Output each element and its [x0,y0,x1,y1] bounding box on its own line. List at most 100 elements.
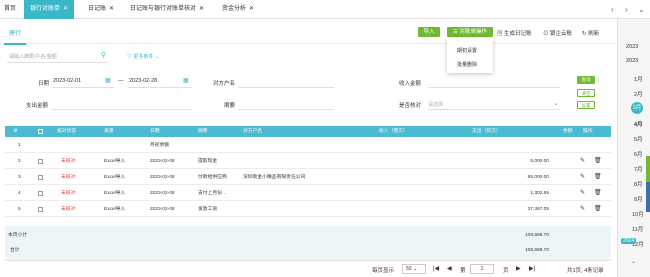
month-item[interactable]: 9月 [634,195,643,203]
column-header-income[interactable]: 收入（借方） [379,126,408,137]
tab-journal[interactable]: 日记账 ✕ [88,0,114,19]
month-sidebar: 2023 2023 1月 2月 3月 4月 5月 6月 7月 8月 9月 10月… [617,19,650,277]
expense-input[interactable] [52,109,192,110]
delete-icon[interactable]: 🗑 [594,186,602,201]
close-icon[interactable]: ✕ [249,6,254,12]
month-item[interactable]: 5月 [634,135,643,143]
close-icon[interactable]: ✕ [199,6,204,12]
year-2023-label[interactable]: 2023 [626,44,638,50]
column-header-expense[interactable]: 支出（贷方） [472,126,501,137]
refresh-button[interactable]: ↻ 刷新 [582,29,599,37]
search-input[interactable]: 请输入摘要/户名/金额 ⚲ [7,49,108,63]
income-input[interactable] [428,87,560,88]
menu-item-batch-delete[interactable]: 批量删除 [457,61,477,68]
next-page-icon[interactable]: ▶ [516,265,521,272]
row-source: Excel导入 [104,207,126,212]
gear-icon[interactable]: ⚙ [13,126,17,137]
refresh-label: 刷新 [588,31,600,37]
column-header-counterparty[interactable]: 对方户名 [243,126,262,137]
close-icon[interactable]: ✕ [63,6,68,12]
row-checkbox[interactable] [38,175,43,180]
menu-item-opening-settings[interactable]: 期初设置 [457,47,477,54]
row-checkbox[interactable] [38,207,43,212]
table-row[interactable]: 1 月初余额 [5,138,611,153]
month-item[interactable]: 8月 [634,180,643,188]
select-all-checkbox[interactable] [38,129,43,134]
month-item-active[interactable]: 3月 [631,102,643,114]
clear-button[interactable]: 清空 [577,89,595,97]
month-item[interactable]: 7月 [634,165,643,173]
table-row[interactable]: 5 未核对 Excel导入 2023-02-08 发放工资 37,367.05 … [5,202,611,217]
settings-button[interactable]: 设置 [577,101,595,109]
chevron-down-icon[interactable]: ⌄ [638,0,645,19]
chevron-left-icon[interactable]: ‹ [611,0,614,19]
year-2023-label[interactable]: 2023 [626,58,638,64]
import-button[interactable]: 导入 [418,27,440,37]
row-counterparty: 深圳耿金小精品有限责任公司 [243,175,306,180]
search-icon[interactable]: ⚲ [101,51,106,59]
query-button[interactable]: 查询 [577,76,595,84]
page-input[interactable]: 1 [470,264,494,274]
first-page-icon[interactable]: |◀ [433,265,439,272]
row-status: 未核对 [61,175,76,180]
counterparty-label: 对方户名 [213,81,236,87]
column-header-balance[interactable]: 余额 [563,126,573,137]
delete-icon[interactable]: 🗑 [594,202,602,217]
delete-icon[interactable]: 🗑 [594,154,602,169]
table-row[interactable]: 2 未核对 Excel导入 2023-02-08 提取现金 5,000.00 ✎… [5,154,611,169]
tab-ccb[interactable]: 建行 [9,28,21,37]
edit-icon[interactable]: ✎ [580,186,585,201]
document-icon: ▤ [497,31,505,37]
generate-journal-button[interactable]: ▤ 生成日记账 [497,29,532,37]
statement-ops-button[interactable]: ☰ 对账单操作 [447,27,493,37]
side-indicator [646,182,650,212]
summary-input[interactable] [238,109,334,110]
chevron-down-icon[interactable]: ⌄ [631,258,636,265]
last-page-icon[interactable]: ▶| [529,265,535,272]
chevron-right-icon[interactable]: › [625,0,628,19]
close-icon[interactable]: ✕ [109,6,114,12]
delete-icon[interactable]: 🗑 [594,170,602,185]
column-header-actions: 操作 [583,129,593,134]
month-item[interactable]: 2月 [634,90,643,98]
row-number: 5 [18,207,21,212]
row-checkbox[interactable] [38,159,43,164]
more-filters-toggle[interactable]: ▽ 更多条件 ⌄ [127,53,159,60]
column-header-date[interactable]: 日期 [150,126,160,137]
date-start-field[interactable]: 2023-02-01 [53,78,81,84]
edit-icon[interactable]: ✎ [580,154,585,169]
column-header-summary[interactable]: 摘要 [198,126,208,137]
edit-icon[interactable]: ✎ [580,202,585,217]
calendar-icon[interactable]: ▦ [183,77,189,84]
column-header-status[interactable]: 核对状态 [57,126,76,137]
reconciled-select[interactable]: 请选择 [428,101,443,108]
page-label: 第 [460,268,466,274]
month-item[interactable]: 10月 [632,210,644,218]
year-2024-label[interactable]: 2024 [621,238,637,244]
tab-home[interactable]: 首页 [4,0,16,19]
tab-fund-analysis[interactable]: 资金分析 ✕ [222,0,254,19]
date-end-field[interactable]: 2023-02-28 [129,78,157,84]
month-item[interactable]: 11月 [632,225,643,233]
tab-bank-statement[interactable]: 银行对账单 ✕ [24,0,75,19]
table-row[interactable]: 4 未核对 Excel导入 2023-02-08 支付上月份... 1,302.… [5,186,611,201]
per-page-select[interactable]: 50 ⌄ [402,264,426,274]
pagination-summary: 共1页, 4条记录 [567,268,604,274]
tab-reconcile[interactable]: 日记账与银行对账单核对 ✕ [130,0,204,19]
row-summary: 发放工资 [198,207,218,212]
column-header-source[interactable]: 来源 [104,126,114,137]
chevron-down-icon: ⌄ [412,266,418,272]
chevron-down-icon: ⌄ [153,54,159,60]
month-item[interactable]: 1月 [634,75,643,83]
row-checkbox[interactable] [38,191,43,196]
table-row[interactable]: 3 未核对 Excel导入 2023-02-08 付款给供应商 深圳耿金小精品有… [5,170,611,185]
bank-cloud-button[interactable]: ⊙ 银企云账 [543,29,572,37]
edit-icon[interactable]: ✎ [580,170,585,185]
prev-page-icon[interactable]: ◀ [447,265,452,272]
counterparty-input[interactable] [238,87,334,88]
month-item[interactable]: 4月 [634,120,643,128]
month-item[interactable]: 6月 [634,150,643,158]
chevron-down-icon[interactable]: ⌄ [553,99,559,107]
calendar-icon[interactable]: ▦ [105,77,111,84]
row-source: Excel导入 [104,175,126,180]
